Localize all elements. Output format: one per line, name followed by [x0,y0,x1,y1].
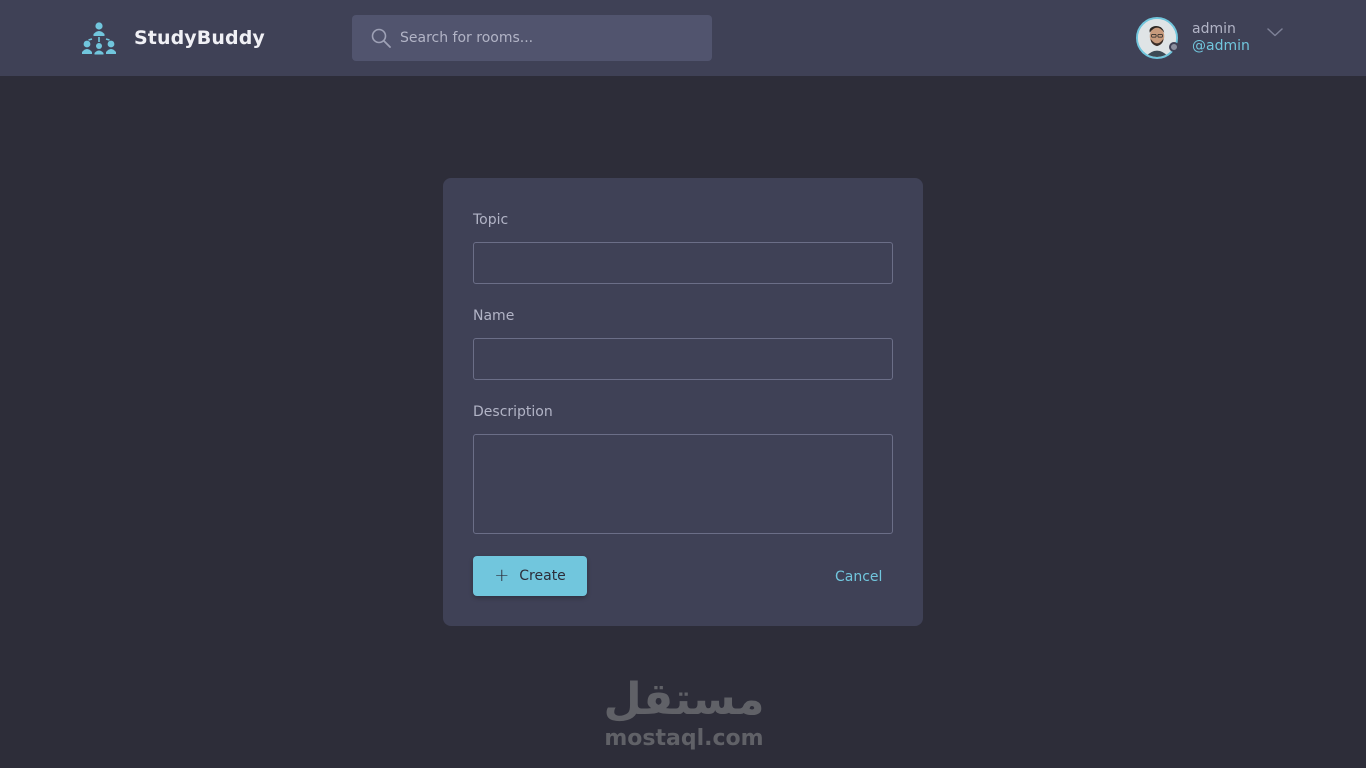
name-input[interactable] [473,338,893,380]
topic-label: Topic [473,212,509,228]
search-icon [371,28,391,48]
name-label: Name [473,308,515,324]
plus-icon: + [494,565,510,586]
topic-input[interactable] [473,242,893,284]
watermark-logo: مستقل mostaql.com [596,672,772,756]
search-bar[interactable] [352,15,712,61]
brand-logo[interactable]: StudyBuddy [80,20,265,56]
create-button[interactable]: + Create [473,556,587,596]
cancel-link[interactable]: Cancel [835,569,882,585]
create-room-form: Topic Name Description + Create Cancel [443,178,923,626]
user-menu[interactable]: admin @admin [1136,14,1250,62]
group-network-icon [82,22,116,55]
description-label: Description [473,404,553,420]
search-input[interactable] [400,15,700,61]
description-textarea[interactable] [473,434,893,534]
user-handle: @admin [1192,38,1250,54]
brand-name: StudyBuddy [134,27,265,49]
user-info: admin @admin [1192,21,1250,55]
top-navbar: StudyBuddy admin @admin [0,0,1366,76]
chevron-down-icon[interactable] [1266,26,1284,38]
online-status-dot [1169,42,1179,52]
user-name: admin [1192,21,1236,37]
watermark-latin: mostaql.com [604,726,764,751]
create-button-label: Create [519,568,566,584]
avatar[interactable] [1136,17,1178,59]
watermark-arabic: مستقل [603,674,765,725]
